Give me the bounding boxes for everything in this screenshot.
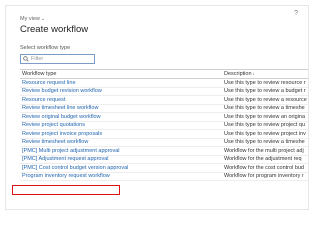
table-row[interactable]: Review original budget workflow Use this … bbox=[20, 113, 308, 122]
table-row[interactable]: [PMC] Adjustment request approval Workflo… bbox=[20, 156, 308, 164]
description-cell: Use this type to review project inv bbox=[224, 130, 306, 137]
description-cell: Workflow for the adjustment req bbox=[224, 156, 302, 163]
table-row[interactable]: Review budget revision workflow Use this … bbox=[20, 88, 308, 96]
description-cell: Use this type to review a timeshe bbox=[224, 139, 305, 146]
help-icon[interactable]: ? bbox=[294, 10, 298, 17]
table-row[interactable]: [PMC] Multi project adjustment approval W… bbox=[20, 147, 308, 156]
filter-box[interactable] bbox=[20, 54, 95, 64]
workflow-type-cell[interactable]: Review timesheet workflow bbox=[20, 139, 223, 145]
description-cell: Use this type to review a resource bbox=[224, 96, 307, 103]
column-header-description[interactable]: Description↓ bbox=[223, 71, 308, 77]
workflow-type-cell[interactable]: [PMC] Adjustment request approval bbox=[20, 156, 223, 162]
workflow-type-cell[interactable]: [PMC] Multi project adjustment approval bbox=[20, 148, 223, 154]
table-row[interactable]: Review project quotations Use this type t… bbox=[20, 122, 308, 130]
description-cell: Use this type to review project qu bbox=[224, 122, 306, 129]
create-workflow-dialog: ? My view⌄ Create workflow Select workfl… bbox=[5, 5, 309, 210]
workflow-type-cell[interactable]: Review original budget workflow bbox=[20, 114, 223, 120]
table-row[interactable]: [PMC] Cost control budget version approv… bbox=[20, 164, 308, 173]
workflow-type-cell[interactable]: [PMC] Cost control budget version approv… bbox=[20, 165, 223, 171]
workflow-type-grid: Workflow type Description↓ Resource requ… bbox=[20, 69, 308, 181]
description-cell: Use this type to review resource r bbox=[224, 79, 306, 86]
table-row[interactable]: Review timesheet line workflow Use this t… bbox=[20, 105, 308, 113]
table-row[interactable]: Review project invoice proposals Use this… bbox=[20, 130, 308, 139]
dialog-title: Create workflow bbox=[20, 24, 89, 35]
description-cell: Workflow for the multi project adj bbox=[224, 147, 304, 154]
filter-input[interactable] bbox=[29, 56, 91, 62]
workflow-type-cell[interactable]: Resource request line bbox=[20, 80, 223, 86]
table-row-selected[interactable]: Program inventory request workflow Workfl… bbox=[20, 173, 308, 181]
my-view-dropdown[interactable]: My view⌄ bbox=[20, 16, 45, 22]
column-header-workflow-type[interactable]: Workflow type bbox=[20, 71, 223, 77]
select-workflow-type-label: Select workflow type bbox=[20, 45, 71, 51]
workflow-type-cell[interactable]: Program inventory request workflow bbox=[20, 173, 223, 179]
table-row[interactable]: Resource request Use this type to review … bbox=[20, 96, 308, 105]
table-row[interactable]: Review timesheet workflow Use this type t… bbox=[20, 139, 308, 147]
workflow-type-cell[interactable]: Resource request bbox=[20, 97, 223, 103]
workflow-type-cell[interactable]: Review project quotations bbox=[20, 122, 223, 128]
description-cell: Use this type to review a budget r bbox=[224, 88, 306, 95]
my-view-label: My view bbox=[20, 16, 40, 22]
grid-header: Workflow type Description↓ bbox=[20, 70, 308, 79]
sort-descending-icon: ↓ bbox=[252, 71, 255, 76]
description-cell: Use this type to review a timeshe bbox=[224, 105, 305, 112]
workflow-type-cell[interactable]: Review timesheet line workflow bbox=[20, 105, 223, 111]
workflow-type-cell[interactable]: Review project invoice proposals bbox=[20, 131, 223, 137]
chevron-down-icon: ⌄ bbox=[40, 16, 46, 22]
table-row[interactable]: Resource request line Use this type to re… bbox=[20, 79, 308, 88]
description-cell: Workflow for program inventory r bbox=[224, 173, 304, 180]
description-cell: Workflow for the cost control bud bbox=[224, 164, 304, 171]
description-cell: Use this type to review an origina bbox=[224, 113, 306, 120]
workflow-type-cell[interactable]: Review budget revision workflow bbox=[20, 88, 223, 94]
